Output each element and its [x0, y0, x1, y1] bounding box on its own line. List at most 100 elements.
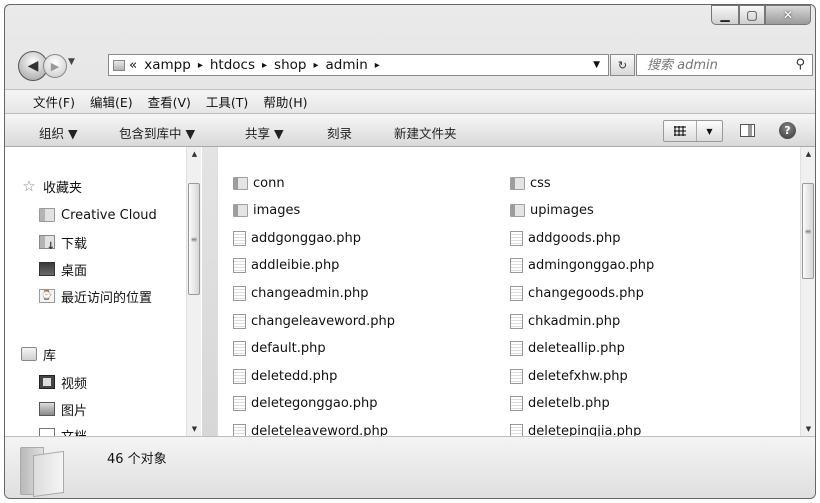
- sidebar-item-videos[interactable]: 视频: [39, 371, 87, 393]
- folder-icon: [233, 204, 248, 218]
- file-item[interactable]: changeadmin.php: [233, 282, 368, 304]
- file-item[interactable]: addleibie.php: [233, 255, 339, 277]
- menu-tools[interactable]: 工具(T): [206, 92, 248, 111]
- breadcrumb-separator-icon[interactable]: ▸: [198, 60, 203, 71]
- breadcrumb-separator-icon[interactable]: ▸: [262, 60, 267, 71]
- sidebar-item-downloads[interactable]: 下载: [39, 231, 87, 253]
- file-item[interactable]: changeleaveword.php: [233, 310, 395, 332]
- file-item[interactable]: addgonggao.php: [233, 227, 361, 249]
- close-button[interactable]: ✕: [765, 5, 811, 25]
- forward-button[interactable]: ▶: [43, 54, 67, 78]
- library-icon: [21, 347, 37, 361]
- breadcrumb-htdocs[interactable]: htdocs: [210, 57, 255, 73]
- file-name: deletepingjia.php: [528, 423, 642, 436]
- sidebar-item-creative-cloud[interactable]: Creative Cloud: [39, 204, 157, 226]
- change-view-button[interactable]: ▼: [663, 120, 723, 142]
- sidebar-item-pictures[interactable]: 图片: [39, 398, 87, 420]
- search-input[interactable]: [645, 56, 789, 74]
- file-item[interactable]: admingonggao.php: [510, 255, 654, 277]
- address-overflow-chevron[interactable]: «: [129, 57, 137, 73]
- new-folder-button[interactable]: 新建文件夹: [394, 123, 457, 142]
- folder-item[interactable]: images: [233, 200, 300, 222]
- recent-pages-button[interactable]: ▼: [68, 57, 75, 67]
- organize-button[interactable]: 组织 ▼: [39, 123, 78, 142]
- php-file-icon: [510, 258, 523, 274]
- file-name: css: [530, 175, 551, 191]
- menu-file[interactable]: 文件(F): [33, 92, 75, 111]
- details-pane: 46 个对象: [5, 436, 815, 498]
- file-item[interactable]: deletepingjia.php: [510, 420, 641, 436]
- view-dropdown-icon[interactable]: ▼: [697, 121, 722, 141]
- breadcrumb-admin[interactable]: admin: [325, 57, 367, 73]
- folder-icon: [510, 176, 525, 190]
- breadcrumb-xampp[interactable]: xampp: [144, 57, 191, 73]
- breadcrumb-separator-icon[interactable]: ▸: [313, 60, 318, 71]
- folder-icon: [39, 208, 55, 222]
- file-name: addgoods.php: [528, 230, 621, 246]
- sidebar-item-favorites[interactable]: ☆ 收藏夹: [21, 175, 82, 197]
- scroll-up-icon[interactable]: ▲: [187, 147, 202, 161]
- file-list-scrollbar[interactable]: ▲ ≡ ▼: [800, 147, 815, 436]
- refresh-icon: ↻: [617, 58, 628, 72]
- php-file-icon: [510, 285, 523, 301]
- include-in-library-button[interactable]: 包含到库中 ▼: [119, 123, 195, 142]
- file-item[interactable]: deletedd.php: [233, 365, 337, 387]
- search-icon[interactable]: ⚲: [795, 57, 805, 72]
- help-icon[interactable]: ?: [779, 122, 796, 139]
- menu-view[interactable]: 查看(V): [148, 92, 191, 111]
- sidebar-item-label: 桌面: [61, 263, 88, 279]
- file-name: changeleaveword.php: [251, 313, 395, 329]
- sidebar-item-recent-places[interactable]: ⌚ 最近访问的位置: [39, 285, 152, 307]
- menu-help[interactable]: 帮助(H): [263, 92, 307, 111]
- file-item[interactable]: deleteallip.php: [510, 338, 625, 360]
- file-item[interactable]: deletefxhw.php: [510, 365, 628, 387]
- php-file-icon: [510, 341, 523, 357]
- address-dropdown-icon[interactable]: ▼: [593, 60, 600, 70]
- breadcrumb-shop[interactable]: shop: [274, 57, 306, 73]
- folder-item[interactable]: upimages: [510, 200, 594, 222]
- sidebar-item-desktop[interactable]: 桌面: [39, 258, 87, 280]
- scroll-down-icon[interactable]: ▼: [187, 422, 202, 436]
- sidebar-item-documents[interactable]: 文档: [39, 424, 87, 436]
- sidebar-item-label: 收藏夹: [43, 180, 83, 196]
- file-item[interactable]: addgoods.php: [510, 227, 621, 249]
- file-item[interactable]: chkadmin.php: [510, 310, 620, 332]
- scroll-up-icon[interactable]: ▲: [801, 147, 815, 161]
- file-name: changeadmin.php: [251, 285, 369, 301]
- desktop-icon: [39, 262, 55, 276]
- breadcrumb-separator-icon[interactable]: ▸: [375, 60, 380, 71]
- file-item[interactable]: deleteleaveword.php: [233, 420, 388, 436]
- folder-icon: [510, 204, 525, 218]
- share-button[interactable]: 共享 ▼: [245, 123, 284, 142]
- preview-pane-icon[interactable]: [740, 124, 755, 137]
- burn-button[interactable]: 刻录: [327, 123, 352, 142]
- file-item[interactable]: default.php: [233, 338, 326, 360]
- sidebar-item-libraries[interactable]: 库: [21, 343, 56, 365]
- file-name: deletelb.php: [528, 396, 610, 412]
- folder-icon: [113, 59, 125, 71]
- file-item[interactable]: deletegonggao.php: [233, 393, 377, 415]
- maximize-button[interactable]: ▢: [739, 5, 765, 25]
- minimize-button[interactable]: ▁: [711, 5, 739, 25]
- search-box[interactable]: ⚲: [636, 54, 813, 76]
- folder-item[interactable]: css: [510, 172, 551, 194]
- view-grid-icon: [664, 121, 697, 141]
- folder-item[interactable]: conn: [233, 172, 285, 194]
- scrollbar-thumb[interactable]: ≡: [188, 183, 200, 295]
- scroll-down-icon[interactable]: ▼: [801, 422, 815, 436]
- scrollbar-thumb[interactable]: ≡: [802, 183, 814, 279]
- folder-icon: [20, 447, 64, 498]
- file-name: deleteleaveword.php: [251, 423, 389, 436]
- navigation-bar: ◀ ▶ ▼ « xampp ▸ htdocs ▸ shop ▸ admin ▸ …: [5, 50, 815, 81]
- address-bar[interactable]: « xampp ▸ htdocs ▸ shop ▸ admin ▸ ▼: [108, 54, 609, 76]
- menu-edit[interactable]: 编辑(E): [90, 92, 133, 111]
- explorer-window: ▁ ▢ ✕ ◀ ▶ ▼ « xampp ▸ htdocs ▸ shop ▸ ad…: [4, 4, 816, 499]
- php-file-icon: [233, 230, 246, 246]
- sidebar-item-label: 下载: [61, 236, 88, 252]
- file-item[interactable]: deletelb.php: [510, 393, 610, 415]
- file-item[interactable]: changegoods.php: [510, 282, 644, 304]
- refresh-button[interactable]: ↻: [610, 54, 635, 76]
- file-list: conn images addgonggao.php addleibie.php cha…: [219, 147, 800, 436]
- php-file-icon: [233, 423, 246, 436]
- navigation-pane-scrollbar[interactable]: ▲ ≡ ▼: [186, 147, 201, 436]
